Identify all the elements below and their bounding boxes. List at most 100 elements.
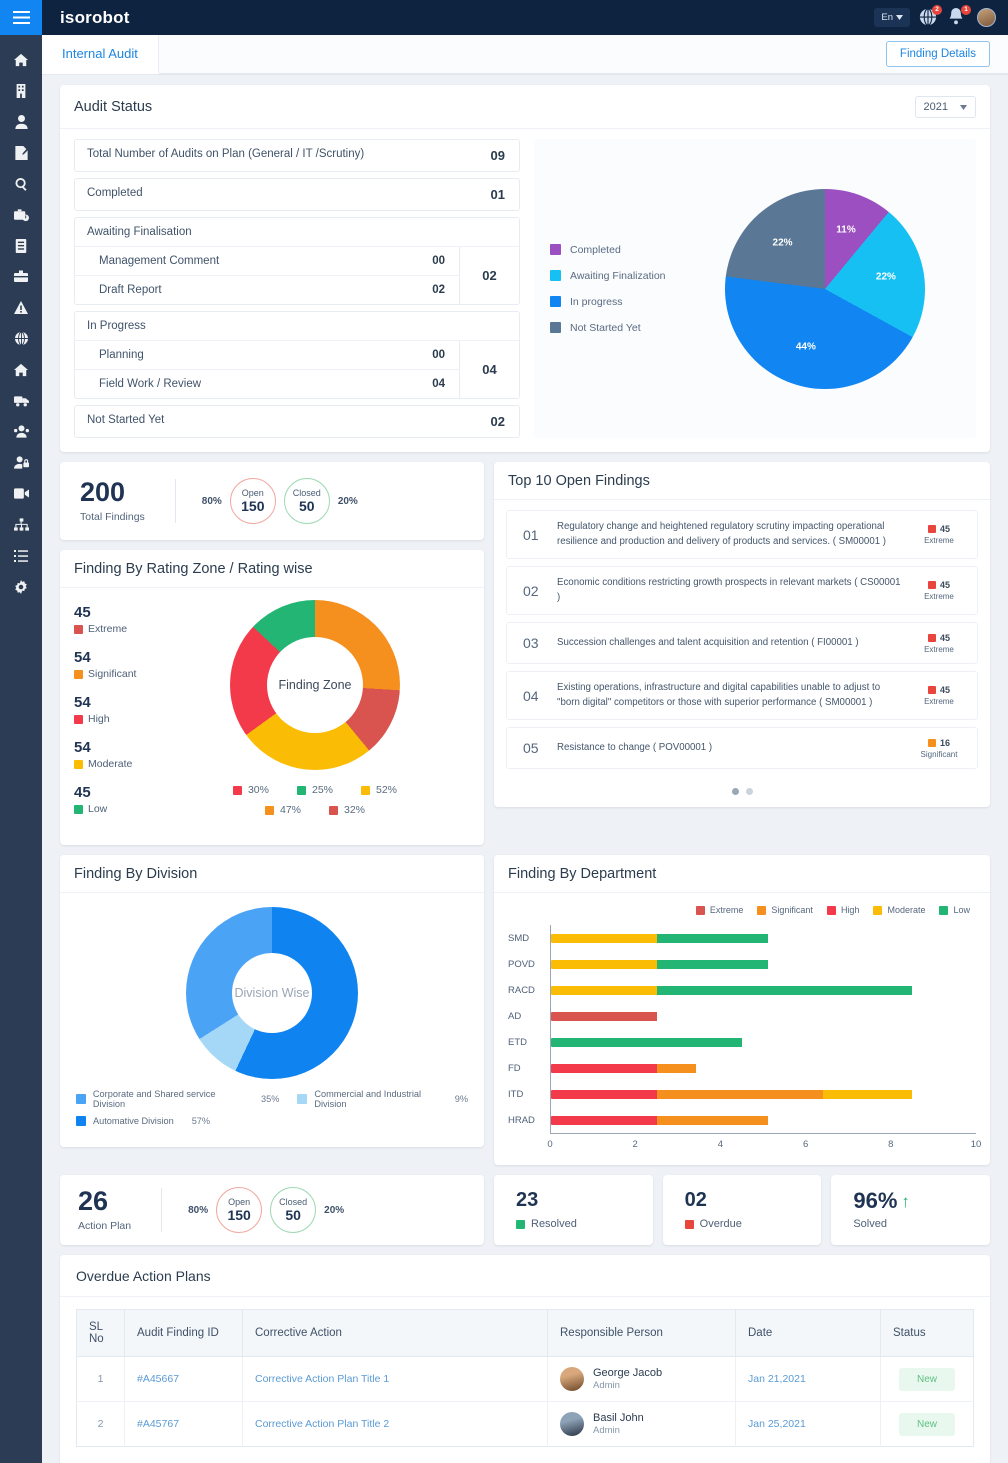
language-selector[interactable]: En bbox=[874, 8, 910, 27]
tab-internal-audit[interactable]: Internal Audit bbox=[42, 35, 159, 74]
sidebar-item-document-list[interactable] bbox=[0, 230, 42, 261]
sidebar-item-users[interactable] bbox=[0, 416, 42, 447]
legend-item: Awaiting Finalization bbox=[550, 270, 690, 282]
table-row: 1 #A45667 Corrective Action Plan Title 1 Ge… bbox=[76, 1356, 974, 1402]
category-label: POVD bbox=[508, 958, 535, 970]
closed-label: Closed bbox=[292, 488, 321, 498]
total-findings-card: 200 Total Findings 80% Open 150 Closed 5… bbox=[60, 462, 484, 540]
column-header-responsible-person: Responsible Person bbox=[547, 1309, 736, 1357]
legend-percent: 57% bbox=[191, 1116, 211, 1126]
closed-value: 50 bbox=[299, 498, 315, 514]
stacked-bar bbox=[551, 1037, 976, 1047]
legend-swatch bbox=[74, 759, 83, 769]
sidebar-item-document-edit[interactable] bbox=[0, 137, 42, 168]
rating-count: 45 bbox=[74, 784, 91, 801]
cell-corrective-action[interactable]: Corrective Action Plan Title 2 bbox=[242, 1401, 548, 1447]
user-avatar[interactable] bbox=[977, 8, 996, 27]
stacked-bar bbox=[551, 985, 976, 995]
rating-count: 54 bbox=[74, 739, 91, 756]
sidebar-item-home-alt[interactable] bbox=[0, 354, 42, 385]
sidebar-item-home[interactable] bbox=[0, 44, 42, 75]
division-legend: Corporate and Shared service Division 35… bbox=[74, 1081, 470, 1137]
sidebar-item-sitemap[interactable] bbox=[0, 509, 42, 540]
legend-item: 45 Extreme bbox=[74, 604, 160, 635]
category-label: RACD bbox=[508, 984, 535, 996]
sidebar-item-user-lock[interactable] bbox=[0, 447, 42, 478]
department-header: Finding By Department bbox=[494, 855, 990, 893]
finding-rating-tag: 45 Extreme bbox=[911, 580, 967, 601]
person-name: Basil John bbox=[593, 1412, 644, 1424]
cell-corrective-action[interactable]: Corrective Action Plan Title 1 bbox=[242, 1356, 548, 1402]
cell-date: Jan 21,2021 bbox=[735, 1356, 881, 1402]
sidebar-item-briefcase[interactable] bbox=[0, 261, 42, 292]
stacked-bar bbox=[551, 959, 976, 969]
percent-value: 30% bbox=[247, 784, 269, 796]
audit-subrow-value: 02 bbox=[432, 284, 445, 296]
audit-group-total: 02 bbox=[459, 247, 519, 304]
legend-item: Automative Division bbox=[76, 1116, 174, 1126]
sidebar-item-search[interactable] bbox=[0, 168, 42, 199]
legend-item: Moderate bbox=[873, 905, 925, 915]
bell-notification-icon[interactable]: 1 bbox=[948, 4, 971, 28]
dashboard-content: Audit Status 2021 Total Number of Audits… bbox=[42, 75, 1008, 1463]
globe-notification-icon[interactable]: 2 bbox=[919, 4, 942, 28]
cell-date: Jan 25,2021 bbox=[735, 1401, 881, 1447]
sidebar-item-settings[interactable] bbox=[0, 571, 42, 602]
rating-count: 45 bbox=[939, 685, 950, 696]
table-row: Field Work / Review 04 bbox=[75, 370, 459, 398]
sidebar-item-globe[interactable] bbox=[0, 323, 42, 354]
sidebar-item-warning[interactable] bbox=[0, 292, 42, 323]
sidebar-item-building[interactable] bbox=[0, 75, 42, 106]
open-label: Open bbox=[228, 1197, 251, 1207]
closed-actions-ring: Closed 50 bbox=[270, 1187, 317, 1233]
top-findings-list: 01 Regulatory change and heightened regul… bbox=[494, 500, 990, 780]
table-row: 2 #A45767 Corrective Action Plan Title 2 Ba… bbox=[76, 1401, 974, 1447]
finding-text: Economic conditions restricting growth p… bbox=[557, 577, 901, 603]
sidebar-item-user[interactable] bbox=[0, 106, 42, 137]
legend-label: Low bbox=[88, 803, 108, 815]
language-label: En bbox=[881, 12, 893, 23]
top-findings-title: Top 10 Open Findings bbox=[508, 473, 650, 489]
sidebar-item-truck[interactable] bbox=[0, 385, 42, 416]
finding-row[interactable]: 01 Regulatory change and heightened regul… bbox=[506, 510, 978, 560]
audit-status-body: Total Number of Audits on Plan (General … bbox=[60, 129, 990, 452]
sidebar-item-video[interactable] bbox=[0, 478, 42, 509]
finding-row[interactable]: 03 Succession challenges and talent acqui… bbox=[506, 622, 978, 665]
percent-chip: 52% bbox=[361, 784, 397, 796]
bar-segment-moderate bbox=[551, 933, 658, 943]
finding-details-button[interactable]: Finding Details bbox=[885, 41, 990, 67]
sidebar-item-briefcase-clock[interactable] bbox=[0, 199, 42, 230]
table-header-row: SL No Audit Finding ID Corrective Action… bbox=[76, 1309, 974, 1357]
rating-swatch bbox=[927, 633, 936, 642]
legend-label: Low bbox=[953, 905, 970, 915]
overdue-table-title: Overdue Action Plans bbox=[60, 1255, 990, 1297]
percent-value: 52% bbox=[376, 784, 398, 796]
department-card: Finding By Department Extreme Significant… bbox=[494, 855, 990, 1165]
legend-swatch bbox=[76, 1116, 86, 1126]
finding-row[interactable]: 05 Resistance to change ( POV00001 ) 16 Sig… bbox=[506, 727, 978, 770]
cell-finding-id[interactable]: #A45767 bbox=[124, 1401, 243, 1447]
column-header-date: Date bbox=[735, 1309, 881, 1357]
bar-row bbox=[551, 925, 976, 951]
finding-text: Existing operations, infrastructure and … bbox=[557, 682, 881, 708]
carousel-dot-1[interactable] bbox=[731, 788, 739, 796]
carousel-dot-2[interactable] bbox=[745, 788, 753, 796]
rating-count: 54 bbox=[74, 694, 91, 711]
bar-row bbox=[551, 1003, 976, 1029]
bar-segment-significant bbox=[657, 1063, 696, 1073]
sidebar-item-list[interactable] bbox=[0, 540, 42, 571]
hamburger-menu-icon[interactable] bbox=[0, 0, 42, 35]
department-legend: Extreme Significant High Moderate Low bbox=[508, 901, 976, 925]
finding-row[interactable]: 02 Economic conditions restricting growth… bbox=[506, 566, 978, 616]
finding-text: Regulatory change and heightened regulat… bbox=[557, 521, 887, 547]
year-selector[interactable]: 2021 bbox=[914, 96, 976, 118]
bar-segment-high bbox=[551, 1115, 658, 1125]
legend-label: Moderate bbox=[88, 758, 133, 770]
person-role: Admin bbox=[593, 1425, 620, 1436]
action-plan-card: 26 Action Plan 80% Open 150 Closed 50 20… bbox=[60, 1175, 484, 1245]
legend-item: In progress bbox=[550, 296, 690, 308]
status-swatch bbox=[516, 1219, 525, 1229]
carousel-dots bbox=[494, 780, 990, 807]
finding-row[interactable]: 04 Existing operations, infrastructure an… bbox=[506, 671, 978, 721]
cell-finding-id[interactable]: #A45667 bbox=[124, 1356, 243, 1402]
